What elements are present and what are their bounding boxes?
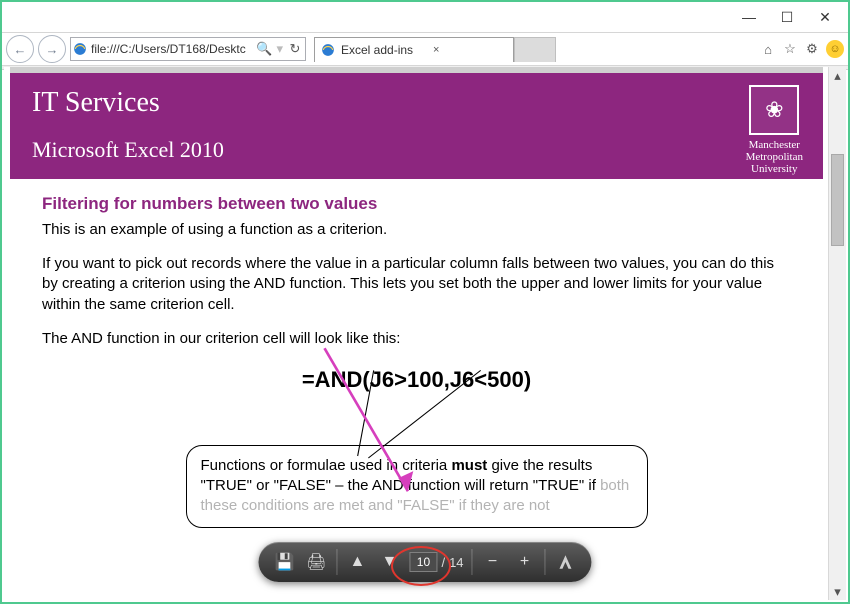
doc-banner: IT Services Microsoft Excel 2010 ❀ Manch…: [10, 73, 823, 179]
pdf-toolbar: 💾 🖨 ▲ ▼ 10 / 14 − +: [258, 542, 591, 582]
search-icon[interactable]: 🔍: [256, 41, 272, 57]
ie-logo-icon: [321, 43, 335, 57]
browser-viewport: IT Services Microsoft Excel 2010 ❀ Manch…: [4, 67, 846, 600]
pdf-page-indicator: 10 / 14: [409, 552, 463, 572]
settings-gear-icon[interactable]: ⚙: [804, 41, 820, 57]
university-badge-icon: ❀: [749, 85, 799, 135]
vertical-scrollbar[interactable]: ▴ ▾: [828, 67, 846, 600]
feedback-smiley-icon[interactable]: ☺: [826, 40, 844, 58]
new-tab-button[interactable]: [514, 37, 556, 62]
scroll-up-button[interactable]: ▴: [829, 67, 846, 84]
pdf-current-page-input[interactable]: 10: [409, 552, 437, 572]
banner-subtitle: Microsoft Excel 2010: [32, 137, 801, 163]
scroll-track[interactable]: [829, 84, 846, 583]
paragraph: If you want to pick out records where th…: [42, 254, 791, 315]
pdf-next-page-icon[interactable]: ▼: [377, 550, 401, 574]
scroll-down-button[interactable]: ▾: [829, 583, 846, 600]
pdf-acrobat-icon[interactable]: [554, 550, 578, 574]
back-button[interactable]: ←: [6, 35, 34, 63]
callout-box: Functions or formulae used in criteria m…: [186, 445, 648, 528]
favorites-icon[interactable]: ☆: [782, 41, 798, 57]
doc-body: Filtering for numbers between two values…: [10, 179, 823, 542]
paragraph: The AND function in our criterion cell w…: [42, 329, 791, 349]
ie-logo-icon: [73, 42, 87, 56]
window-titlebar: — ☐ ✕: [2, 2, 848, 33]
scroll-thumb[interactable]: [831, 154, 844, 246]
paragraph: This is an example of using a function a…: [42, 220, 791, 240]
minimize-button[interactable]: —: [730, 5, 768, 29]
pdf-print-icon[interactable]: 🖨: [304, 550, 328, 574]
address-bar: ← → file:///C:/Users/DT168/Desktc 🔍 ▾ ↻ …: [2, 33, 848, 66]
pdf-page: IT Services Microsoft Excel 2010 ❀ Manch…: [10, 67, 823, 600]
pdf-total-pages: 14: [449, 555, 463, 570]
tab-active[interactable]: Excel add-ins ×: [314, 37, 514, 62]
pdf-prev-page-icon[interactable]: ▲: [345, 550, 369, 574]
pdf-zoom-out-icon[interactable]: −: [481, 550, 505, 574]
toolbar-right: ⌂ ☆ ⚙ ☺: [760, 40, 844, 58]
refresh-icon[interactable]: ↻: [287, 41, 303, 57]
formula-text: =AND(J6>100,J6<500): [42, 365, 791, 395]
home-icon[interactable]: ⌂: [760, 41, 776, 57]
url-field[interactable]: file:///C:/Users/DT168/Desktc 🔍 ▾ ↻: [70, 37, 306, 61]
ie-window: — ☐ ✕ ← → file:///C:/Users/DT168/Desktc …: [0, 0, 850, 604]
university-logo: ❀ Manchester Metropolitan University: [746, 85, 803, 175]
window-close-button[interactable]: ✕: [806, 5, 844, 29]
pdf-zoom-in-icon[interactable]: +: [513, 550, 537, 574]
tab-title: Excel add-ins: [341, 43, 413, 57]
url-text: file:///C:/Users/DT168/Desktc: [91, 42, 246, 56]
tab-close-icon[interactable]: ×: [433, 44, 439, 56]
tab-strip: Excel add-ins ×: [314, 37, 556, 62]
forward-button[interactable]: →: [38, 35, 66, 63]
maximize-button[interactable]: ☐: [768, 5, 806, 29]
banner-title: IT Services: [32, 87, 801, 119]
pdf-save-icon[interactable]: 💾: [272, 550, 296, 574]
section-heading: Filtering for numbers between two values: [42, 193, 791, 216]
